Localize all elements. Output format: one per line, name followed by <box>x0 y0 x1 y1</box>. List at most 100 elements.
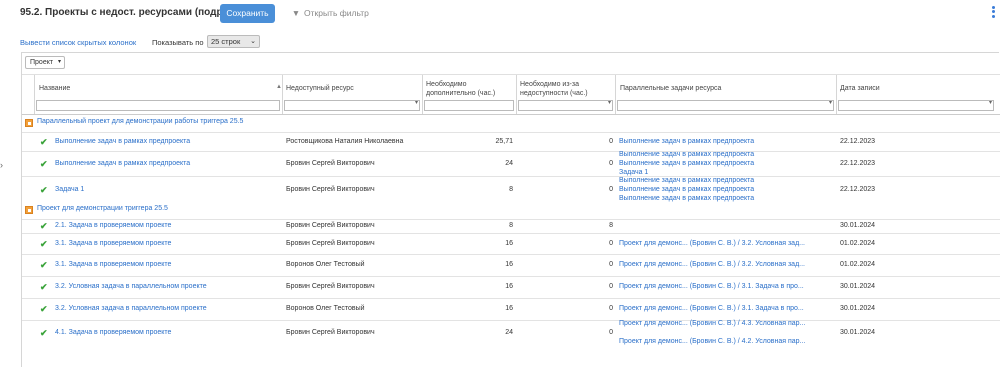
filter-icon: ▼ <box>291 8 301 18</box>
task-name-link[interactable]: 3.1. Задача в проверяемом проекте <box>55 240 171 247</box>
table-row[interactable]: ✔ 3.1. Задача в проверяемом проекте Вороно… <box>22 254 1000 276</box>
check-icon: ✔ <box>40 185 48 195</box>
table-row[interactable]: ✔ 4.1. Задача в проверяемом проекте Бровин… <box>22 320 1000 345</box>
parallel-task-link[interactable]: Выполнение задач в рамках предпроекта <box>619 195 754 202</box>
check-icon: ✔ <box>40 137 48 147</box>
check-icon: ✔ <box>40 328 48 338</box>
column-header-parallel-tasks[interactable]: Параллельные задачи ресурса <box>617 75 835 102</box>
top-bar: 95.2. Проекты с недост. ресурсами (подро… <box>0 0 1000 28</box>
collapse-panel-icon[interactable]: › <box>0 160 3 170</box>
resource-name: Бровин Сергей Викторович <box>286 160 375 167</box>
task-name-link[interactable]: 3.1. Задача в проверяемом проекте <box>55 261 171 268</box>
group-by-select[interactable]: Проект ▾ <box>25 56 65 69</box>
resource-name: Воронов Олег Тестовый <box>286 305 365 312</box>
table-row[interactable]: ✔ 3.2. Условная задача в параллельном про… <box>22 276 1000 298</box>
column-header-date[interactable]: Дата записи <box>837 75 987 102</box>
parallel-task-link[interactable]: Проект для демонс... (Бровин С. В.) / 4.… <box>619 320 805 327</box>
parallel-task-link[interactable]: Проект для демонс... (Бровин С. В.) / 3.… <box>619 283 804 290</box>
chevron-down-icon: ▾ <box>607 100 611 106</box>
group-title[interactable]: Проект для демонстрации триггера 25.5 <box>37 205 168 212</box>
unavailable-hours: 0 <box>609 283 613 290</box>
filter-unavailable-input[interactable]: ▾ <box>518 100 613 111</box>
extra-hours: 16 <box>505 305 513 312</box>
column-header-name[interactable]: Название <box>36 75 281 102</box>
page-size-select[interactable]: 25 строк ⌄ <box>207 35 260 48</box>
record-date: 22.12.2023 <box>840 160 876 167</box>
task-name-link[interactable]: 3.2. Условная задача в параллельном прое… <box>55 305 207 312</box>
task-name-link[interactable]: 4.1. Задача в проверяемом проекте <box>55 329 171 336</box>
unavailable-hours: 0 <box>609 138 613 145</box>
record-date: 01.02.2024 <box>840 261 876 268</box>
unavailable-hours: 0 <box>609 305 613 312</box>
report-grid: Проект ▾ Название ▲ Недоступный ресурс Н… <box>21 52 1000 367</box>
group-title[interactable]: Параллельный проект для демонстрации раб… <box>37 118 243 125</box>
resource-name: Бровин Сергей Викторович <box>286 222 375 229</box>
resource-name: Бровин Сергей Викторович <box>286 283 375 290</box>
parallel-task-link[interactable]: Выполнение задач в рамках предпроекта <box>619 160 754 167</box>
unavailable-hours: 0 <box>609 186 613 193</box>
extra-hours: 8 <box>509 222 513 229</box>
record-date: 30.01.2024 <box>840 305 876 312</box>
project-icon <box>25 206 33 214</box>
group-row[interactable]: Проект для демонстрации триггера 25.5 <box>22 203 1000 217</box>
parallel-task-link[interactable]: Проект для демонс... (Бровин С. В.) / 3.… <box>619 305 804 312</box>
group-by-value: Проект <box>30 59 54 66</box>
task-name-link[interactable]: Задача 1 <box>55 186 84 193</box>
column-header-extra-hours[interactable]: Необходимо дополнительно (час.) <box>423 75 515 102</box>
column-header-unavailable-hours[interactable]: Необходимо из-за недоступности (час.) <box>517 75 613 102</box>
filter-resource-input[interactable]: ▾ <box>284 100 420 111</box>
extra-hours: 16 <box>505 261 513 268</box>
project-icon <box>25 119 33 127</box>
parallel-task-link[interactable]: Проект для демонс... (Бровин С. В.) / 4.… <box>619 338 805 345</box>
table-row[interactable]: ✔ Задача 1 Бровин Сергей Викторович 8 0 Выпол… <box>22 176 1000 203</box>
page-size-label: Показывать по <box>152 38 204 47</box>
record-date: 30.01.2024 <box>840 222 876 229</box>
table-row[interactable]: ✔ 2.1. Задача в проверяемом проекте Бровин… <box>22 219 1000 233</box>
parallel-task-link[interactable]: Выполнение задач в рамках предпроекта <box>619 186 754 193</box>
task-name-link[interactable]: Выполнение задач в рамках предпроекта <box>55 160 190 167</box>
record-date: 30.01.2024 <box>840 329 876 336</box>
parallel-task-link[interactable]: Выполнение задач в рамках предпроекта <box>619 138 754 145</box>
column-header-resource[interactable]: Недоступный ресурс <box>283 75 421 102</box>
record-date: 22.12.2023 <box>840 186 876 193</box>
table-row[interactable]: ✔ 3.2. Условная задача в параллельном про… <box>22 298 1000 320</box>
unavailable-hours: 0 <box>609 261 613 268</box>
record-date: 22.12.2023 <box>840 138 876 145</box>
check-icon: ✔ <box>40 239 48 249</box>
more-menu-icon[interactable] <box>992 4 998 22</box>
extra-hours: 24 <box>505 160 513 167</box>
record-date: 01.02.2024 <box>840 240 876 247</box>
filter-name-input[interactable] <box>36 100 280 111</box>
extra-hours: 16 <box>505 240 513 247</box>
save-button[interactable]: Сохранить <box>220 4 275 23</box>
filter-parallel-input[interactable]: ▾ <box>617 100 834 111</box>
table-row[interactable]: ✔ Выполнение задач в рамках предпроекта Бр… <box>22 151 1000 176</box>
group-row[interactable]: Параллельный проект для демонстрации раб… <box>22 116 1000 130</box>
table-row[interactable]: ✔ 3.1. Задача в проверяемом проекте Бровин… <box>22 233 1000 254</box>
table-row[interactable]: ✔ Выполнение задач в рамках предпроекта Ро… <box>22 132 1000 151</box>
task-name-link[interactable]: 2.1. Задача в проверяемом проекте <box>55 222 171 229</box>
resource-name: Ростовщикова Наталия Николаевна <box>286 138 404 145</box>
parallel-task-link[interactable]: Проект для демонс... (Бровин С. В.) / 3.… <box>619 261 805 268</box>
check-icon: ✔ <box>40 221 48 231</box>
check-icon: ✔ <box>40 282 48 292</box>
parallel-task-link[interactable]: Выполнение задач в рамках предпроекта <box>619 177 754 184</box>
parallel-task-link[interactable]: Задача 1 <box>619 169 648 176</box>
filter-extra-input[interactable] <box>424 100 514 111</box>
check-icon: ✔ <box>40 260 48 270</box>
unavailable-hours: 0 <box>609 329 613 336</box>
parallel-task-link[interactable]: Выполнение задач в рамках предпроекта <box>619 151 754 158</box>
resource-name: Бровин Сергей Викторович <box>286 186 375 193</box>
parallel-task-link[interactable]: Проект для демонс... (Бровин С. В.) / 3.… <box>619 240 805 247</box>
open-filter-button[interactable]: ▼ Открыть фильтр <box>291 8 369 18</box>
filter-date-input[interactable]: ▾ <box>838 100 994 111</box>
extra-hours: 24 <box>505 329 513 336</box>
task-name-link[interactable]: 3.2. Условная задача в параллельном прое… <box>55 283 207 290</box>
hidden-columns-link[interactable]: Вывести список скрытых колонок <box>20 38 136 47</box>
extra-hours: 16 <box>505 283 513 290</box>
chevron-down-icon: ▾ <box>988 100 992 106</box>
task-name-link[interactable]: Выполнение задач в рамках предпроекта <box>55 138 190 145</box>
check-icon: ✔ <box>40 159 48 169</box>
chevron-down-icon: ▾ <box>57 59 61 65</box>
chevron-down-icon: ⌄ <box>250 38 256 45</box>
